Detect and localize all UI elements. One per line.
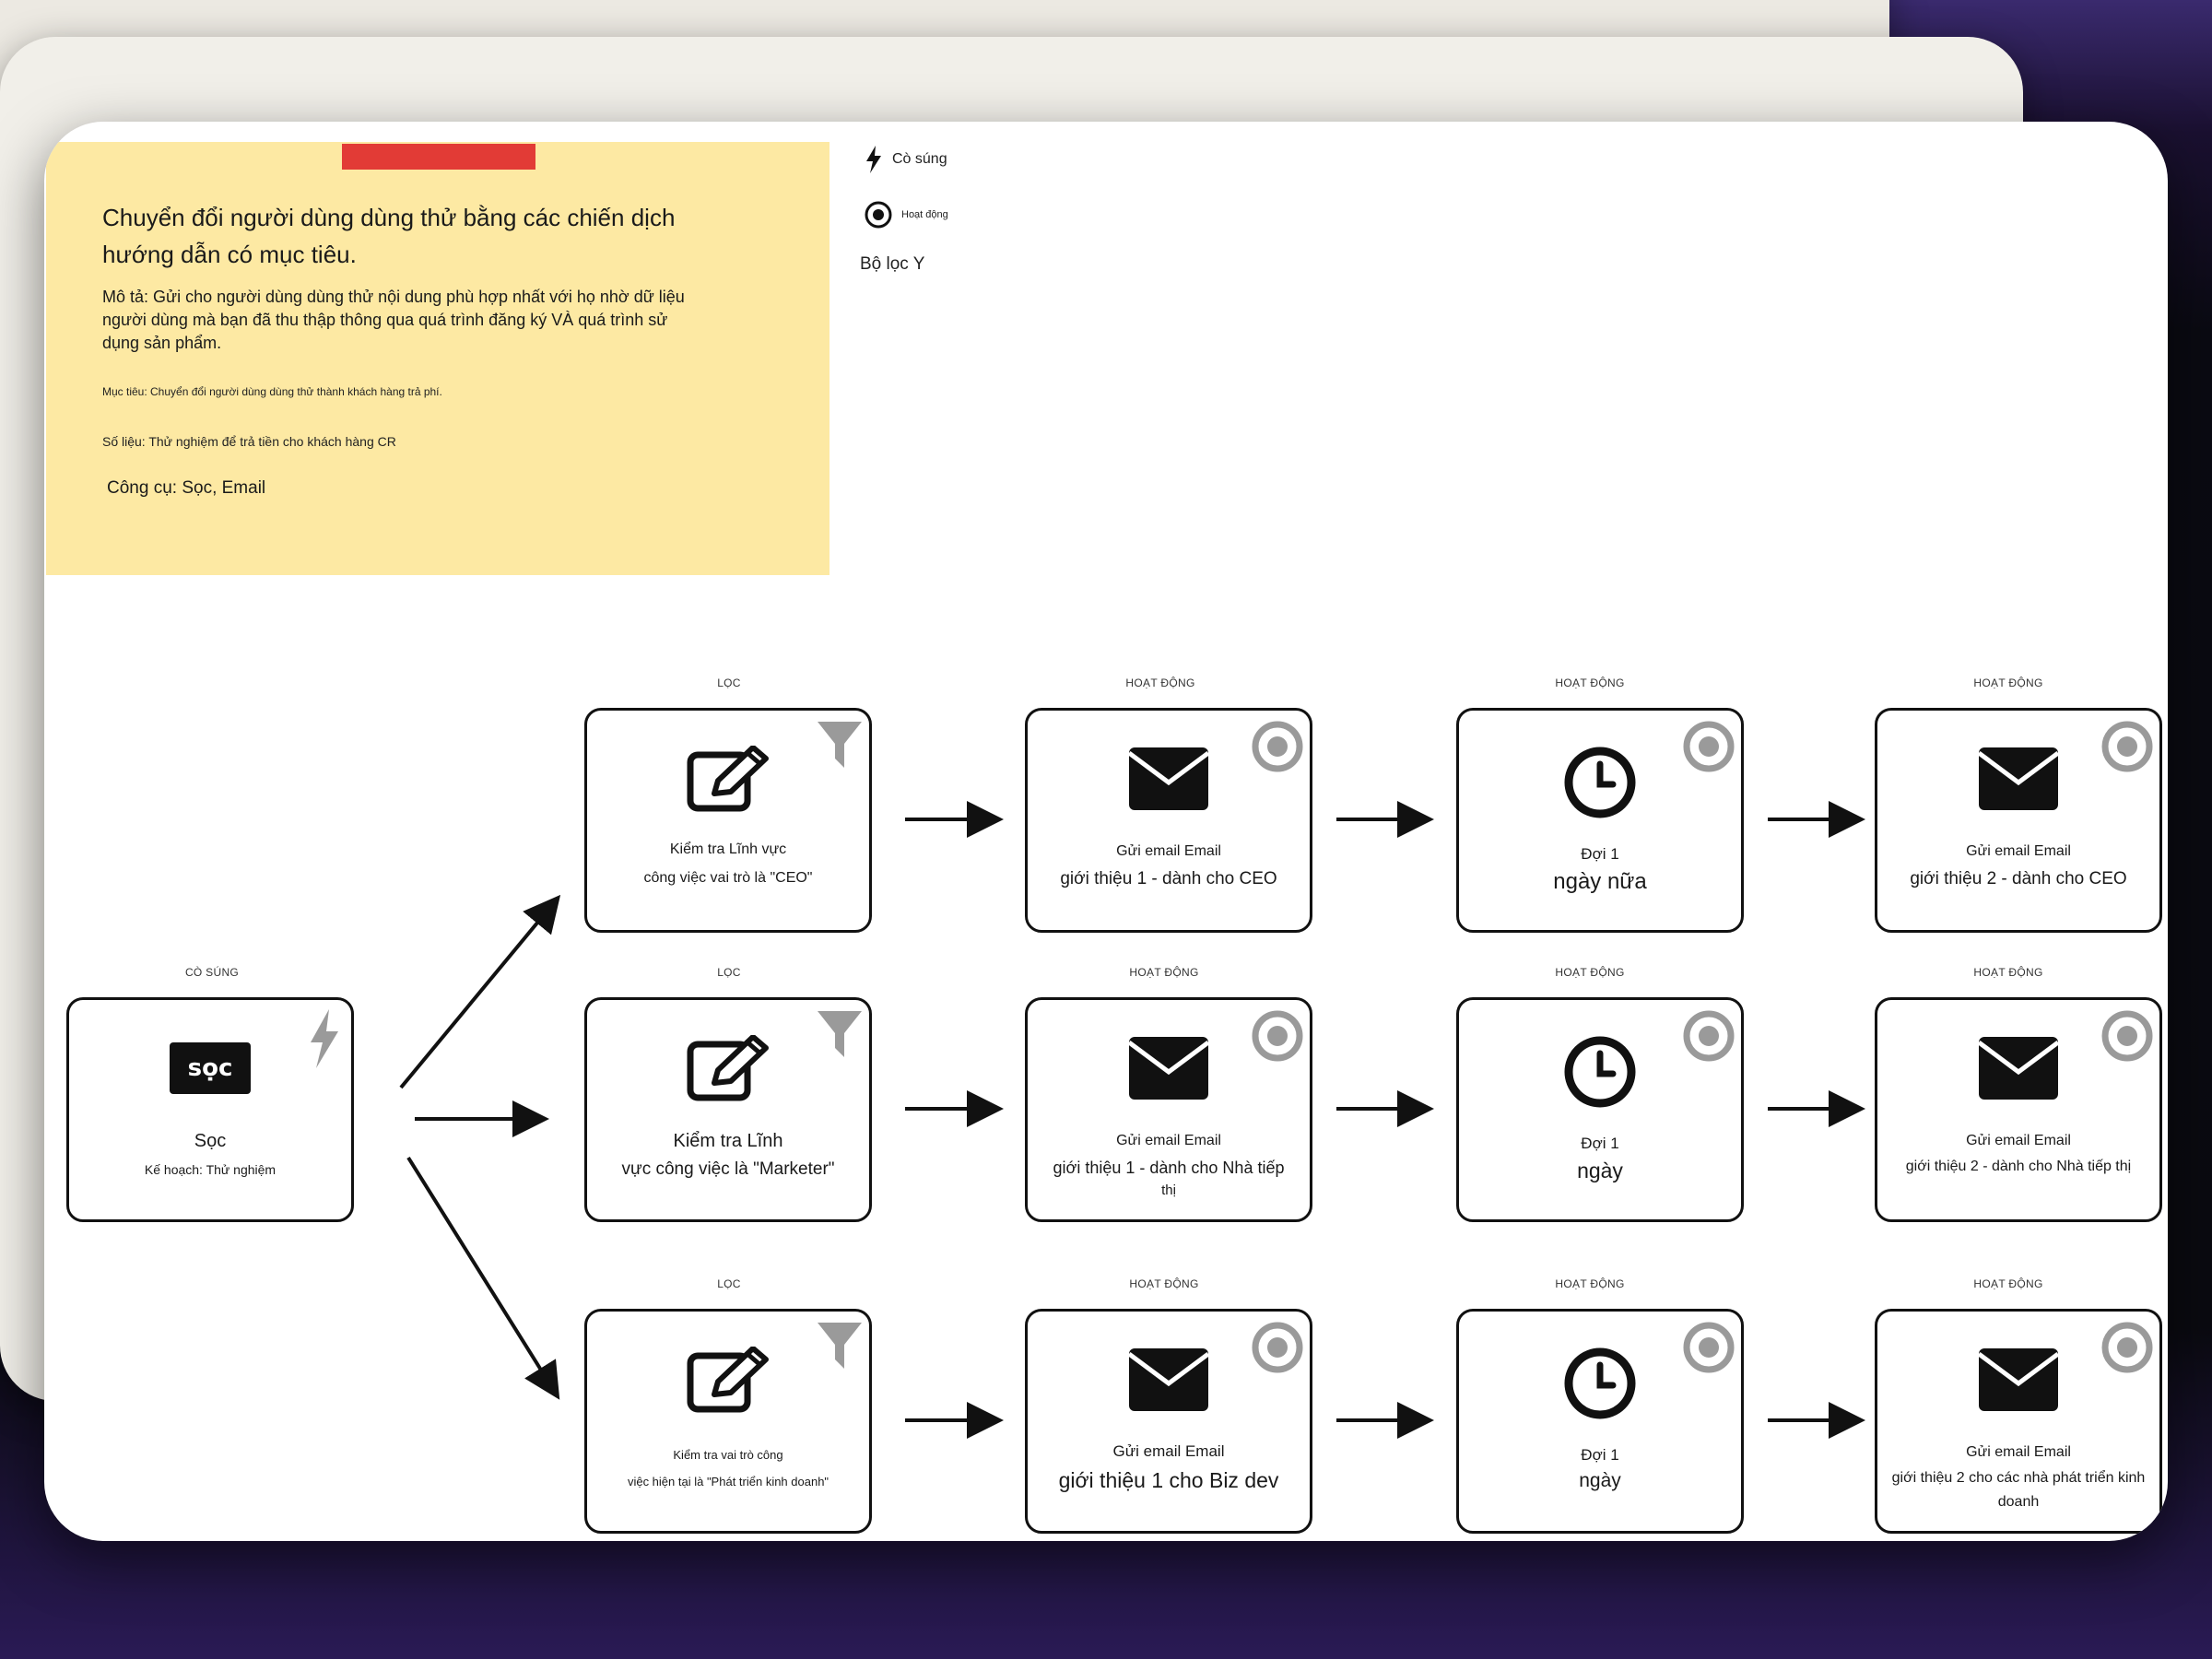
email-node-line1: Gửi email Email [1112, 1442, 1225, 1460]
wait-node-line2: ngày [1577, 1159, 1623, 1182]
filter-node-marketer[interactable]: Kiểm tra Lĩnh vực công việc là "Marketer… [584, 997, 872, 1222]
action-label: HOẠT ĐỘNG [1555, 966, 1625, 979]
action-label: HOẠT ĐỘNG [1973, 1277, 2043, 1290]
clock-icon [1564, 1036, 1636, 1108]
envelope-icon [1127, 1037, 1210, 1100]
action-label: HOẠT ĐỘNG [1129, 966, 1199, 979]
wait-node-marketer[interactable]: Đợi 1 ngày [1456, 997, 1744, 1222]
stripe-logo-text: sọc [187, 1054, 233, 1082]
action-label: HOẠT ĐỘNG [1129, 1277, 1199, 1290]
lightning-icon [311, 1009, 338, 1068]
trigger-node-subtitle: Kế hoạch: Thử nghiệm [144, 1162, 276, 1177]
email-node-line1: Gửi email Email [1966, 843, 2071, 859]
email-node-line2: giới thiệu 2 - dành cho Nhà tiếp thị [1905, 1159, 2132, 1174]
email-node-line2: giới thiệu 2 cho các nhà phát triển kinh [1891, 1470, 2146, 1486]
email-node-marketer-2[interactable]: Gửi email Email giới thiệu 2 - dành cho … [1875, 997, 2162, 1222]
action-label: HOẠT ĐỘNG [1125, 677, 1195, 689]
envelope-icon [1977, 1037, 2060, 1100]
wait-node-ceo[interactable]: Đợi 1 ngày nữa [1456, 708, 1744, 933]
envelope-icon [1127, 747, 1210, 810]
email-node-ceo-1[interactable]: Gửi email Email giới thiệu 1 - dành cho … [1025, 708, 1312, 933]
target-icon [1683, 1322, 1735, 1373]
filter-label: LỌC [717, 1277, 741, 1290]
arrow-trigger-to-row3 [406, 1156, 560, 1400]
wait-node-bizdev[interactable]: Đợi 1 ngày [1456, 1309, 1744, 1534]
email-node-line2: giới thiệu 1 cho Biz dev [1058, 1468, 1279, 1492]
edit-icon [687, 1035, 769, 1101]
target-icon [1252, 1322, 1303, 1373]
wait-node-line2: ngày [1579, 1470, 1621, 1491]
email-node-marketer-1[interactable]: Gửi email Email giới thiệu 1 - dành cho … [1025, 997, 1312, 1222]
trigger-label: CÒ SÚNG [184, 966, 240, 979]
wait-node-line1: Đợi 1 [1581, 1446, 1619, 1464]
action-label: HOẠT ĐỘNG [1555, 677, 1625, 689]
email-node-line1: Gửi email Email [1116, 843, 1221, 859]
filter-node-line1: Kiểm tra Lĩnh [673, 1131, 783, 1151]
email-node-ceo-2[interactable]: Gửi email Email giới thiệu 2 - dành cho … [1875, 708, 2162, 933]
edit-icon [687, 746, 769, 812]
target-icon [2101, 1010, 2153, 1062]
email-node-line3: thị [1161, 1182, 1176, 1198]
email-node-bizdev-1[interactable]: Gửi email Email giới thiệu 1 cho Biz dev [1025, 1309, 1312, 1534]
filter-node-line1: Kiểm tra vai trò công [673, 1448, 783, 1462]
filter-label: LỌC [717, 677, 741, 689]
envelope-icon [1977, 1348, 2060, 1411]
email-node-line1: Gửi email Email [1966, 1444, 2071, 1460]
filter-node-line1: Kiểm tra Lĩnh vực [669, 841, 787, 857]
clock-icon [1564, 1347, 1636, 1419]
email-node-line3: doanh [1997, 1494, 2040, 1510]
email-node-bizdev-2[interactable]: Gửi email Email giới thiệu 2 cho các nhà… [1875, 1309, 2162, 1534]
wait-node-line1: Đợi 1 [1581, 845, 1619, 863]
target-icon [1252, 1010, 1303, 1062]
trigger-node-stripe[interactable]: sọc Sọc Kế hoạch: Thử nghiệm [66, 997, 354, 1222]
trigger-node-title: Sọc [194, 1131, 227, 1151]
edit-icon [687, 1347, 769, 1413]
filter-label: LỌC [717, 966, 741, 979]
target-icon [2101, 1322, 2153, 1373]
action-label: HOẠT ĐỘNG [1973, 677, 2043, 689]
funnel-icon [818, 1323, 862, 1369]
clock-icon [1564, 747, 1636, 818]
arrow-trigger-to-row1 [399, 894, 561, 1089]
stripe-logo: sọc [170, 1042, 251, 1094]
action-label: HOẠT ĐỘNG [1973, 966, 2043, 979]
workflow-canvas: Chuyển đổi người dùng dùng thử bằng các … [44, 122, 2168, 1541]
filter-node-line2: công việc vai trò là "CEO" [643, 870, 813, 886]
funnel-icon [818, 1011, 862, 1057]
envelope-icon [1127, 1348, 1210, 1411]
target-icon [2101, 721, 2153, 772]
target-icon [1683, 1010, 1735, 1062]
envelope-icon [1977, 747, 2060, 810]
funnel-icon [818, 722, 862, 768]
filter-node-ceo[interactable]: Kiểm tra Lĩnh vực công việc vai trò là "… [584, 708, 872, 933]
email-node-line2: giới thiệu 1 - dành cho CEO [1060, 869, 1277, 888]
target-icon [1252, 721, 1303, 772]
email-node-line2: giới thiệu 1 - dành cho Nhà tiếp [1053, 1159, 1285, 1177]
email-node-line2: giới thiệu 2 - dành cho CEO [1910, 869, 2127, 888]
target-icon [1683, 721, 1735, 772]
email-node-line1: Gửi email Email [1116, 1133, 1221, 1148]
filter-node-line2: việc hiện tại là "Phát triển kinh doanh" [627, 1475, 830, 1488]
wait-node-line1: Đợi 1 [1581, 1135, 1619, 1152]
email-node-line1: Gửi email Email [1966, 1133, 2071, 1148]
filter-node-line2: vực công việc là "Marketer" [621, 1159, 835, 1179]
action-label: HOẠT ĐỘNG [1555, 1277, 1625, 1290]
wait-node-line2: ngày nữa [1553, 869, 1647, 894]
filter-node-bizdev[interactable]: Kiểm tra vai trò công việc hiện tại là "… [584, 1309, 872, 1534]
